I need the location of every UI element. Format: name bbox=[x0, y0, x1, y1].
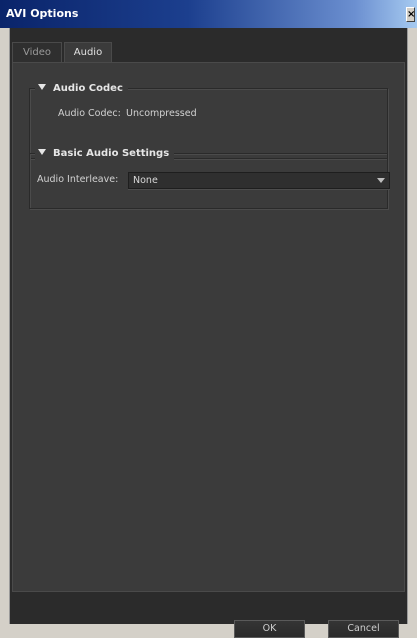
cancel-button[interactable]: Cancel bbox=[328, 620, 399, 638]
audio-interleave-dropdown[interactable]: None bbox=[128, 172, 390, 189]
audio-interleave-value: None bbox=[133, 175, 158, 186]
audio-codec-label: Audio Codec: bbox=[58, 108, 121, 119]
close-button[interactable]: × bbox=[406, 7, 415, 22]
ok-button[interactable]: OK bbox=[234, 620, 305, 638]
basic-audio-settings-header[interactable]: Basic Audio Settings bbox=[35, 146, 175, 162]
avi-options-window: AVI Options × Video Audio Audio Codec Au… bbox=[0, 0, 417, 638]
audio-codec-group-title: Audio Codec bbox=[53, 83, 123, 94]
collapse-triangle-icon bbox=[38, 84, 46, 90]
basic-audio-settings-title: Basic Audio Settings bbox=[53, 148, 170, 159]
audio-interleave-label: Audio Interleave: bbox=[37, 174, 119, 185]
audio-codec-group-header[interactable]: Audio Codec bbox=[35, 81, 128, 97]
tab-audio[interactable]: Audio bbox=[64, 42, 112, 63]
window-title: AVI Options bbox=[6, 7, 79, 20]
tab-video[interactable]: Video bbox=[12, 42, 62, 62]
close-icon: × bbox=[407, 9, 416, 20]
title-bar[interactable]: AVI Options × bbox=[0, 0, 417, 28]
dialog-footer: OK Cancel bbox=[10, 592, 407, 638]
tab-strip: Video Audio bbox=[10, 28, 407, 63]
audio-codec-value: Uncompressed bbox=[126, 108, 197, 119]
dialog-content: Video Audio Audio Codec Audio Codec: Unc… bbox=[9, 28, 408, 638]
chevron-down-icon bbox=[377, 178, 385, 183]
collapse-triangle-icon bbox=[38, 149, 46, 155]
